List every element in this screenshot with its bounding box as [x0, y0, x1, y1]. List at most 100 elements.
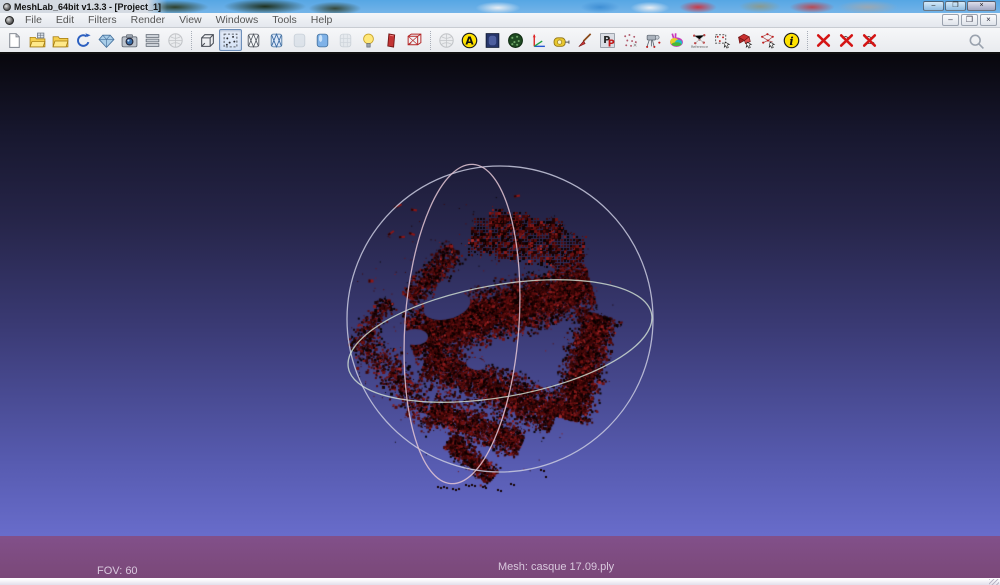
filter-search-button[interactable]	[965, 30, 988, 52]
render-flat-button[interactable]	[288, 29, 311, 51]
import-mesh-button[interactable]	[49, 29, 72, 51]
delete-selected-vertices-button[interactable]	[812, 29, 835, 51]
point-picking-button[interactable]: PP	[596, 29, 619, 51]
meshlab-window: MeshLab_64bit v1.3.3 - [Project_1] – ❐ × F…	[0, 0, 1000, 585]
brush-icon	[578, 32, 592, 47]
menu-edit[interactable]: Edit	[49, 13, 81, 28]
reference-tool-button[interactable]: Reference	[688, 29, 711, 51]
reload-icon	[77, 32, 91, 47]
project-close-button[interactable]: ×	[980, 14, 997, 26]
folder-box-icon	[29, 32, 46, 47]
export-mesh-button[interactable]	[95, 29, 118, 51]
align-tool-button[interactable]	[642, 29, 665, 51]
red-wirebox-icon	[407, 33, 422, 45]
menu-help[interactable]: Help	[304, 13, 340, 28]
axes-icon	[532, 34, 545, 47]
show-layer-dialog-button[interactable]	[141, 29, 164, 51]
globe-icon	[168, 32, 183, 48]
new-project-button[interactable]	[3, 29, 26, 51]
tape-icon	[553, 36, 570, 47]
render-bbox-button[interactable]	[196, 29, 219, 51]
measure-tool-button[interactable]	[550, 29, 573, 51]
meshlab-logo-icon	[3, 2, 11, 11]
x-del-2-icon	[839, 33, 854, 47]
resize-grip[interactable]	[989, 579, 999, 585]
menu-view[interactable]: View	[172, 13, 209, 28]
cyl-flat-icon	[293, 33, 306, 47]
gl-viewport[interactable]: FOV: 60 FPS: 476.2 Mesh: casque 17.09.pl…	[0, 54, 1000, 578]
render-flat-lines-button[interactable]	[265, 29, 288, 51]
render-texture-button[interactable]	[334, 29, 357, 51]
render-smooth-button[interactable]	[311, 29, 334, 51]
render-points-button[interactable]	[219, 29, 242, 51]
light-toggle-button[interactable]	[357, 29, 380, 51]
window-controls: – ❐ ×	[923, 1, 996, 11]
open-project-button[interactable]	[26, 29, 49, 51]
title-bar[interactable]: MeshLab_64bit v1.3.3 - [Project_1] – ❐ ×	[0, 0, 1000, 13]
env-map-button[interactable]	[504, 29, 527, 51]
backface-culling-button[interactable]	[380, 29, 403, 51]
toolbar-separator	[430, 30, 431, 50]
menu-file[interactable]: File	[18, 13, 49, 28]
select-faces-button[interactable]	[734, 29, 757, 51]
bulb-icon	[363, 33, 374, 47]
orthographic-view-button[interactable]	[435, 29, 458, 51]
panel-blue-icon	[485, 32, 500, 48]
show-rasters-button[interactable]	[164, 29, 187, 51]
box-wire-icon	[201, 33, 214, 47]
delete-selected-faces-button[interactable]	[835, 29, 858, 51]
window-title: MeshLab_64bit v1.3.3 - [Project_1]	[14, 1, 162, 12]
colorize-tool-button[interactable]	[665, 29, 688, 51]
menu-bar: File Edit Filters Render View Windows Tools Hel…	[0, 13, 1000, 28]
fov-value: FOV: 60	[97, 565, 138, 577]
select-rect-icon	[715, 33, 731, 48]
circle-a-icon: A	[461, 32, 478, 48]
cyl-smooth-icon	[316, 33, 329, 47]
info-icon: i	[783, 32, 800, 48]
project-restore-button[interactable]: ❐	[961, 14, 978, 26]
select-vertices-button[interactable]	[757, 29, 780, 51]
menu-windows[interactable]: Windows	[209, 13, 266, 28]
reload-mesh-button[interactable]	[72, 29, 95, 51]
window-restore-button[interactable]: ❐	[945, 1, 966, 11]
search-icon	[969, 34, 984, 49]
menu-tools[interactable]: Tools	[265, 13, 304, 28]
render-wireframe-button[interactable]	[242, 29, 265, 51]
snapshot-button[interactable]	[118, 29, 141, 51]
toolbar-separator	[191, 30, 192, 50]
camera-stats: FOV: 60 FPS: 476.2	[97, 538, 158, 578]
window-close-button[interactable]: ×	[967, 1, 996, 11]
select-vertices-rect-button[interactable]	[711, 29, 734, 51]
globe-icon	[439, 32, 454, 48]
toolbar-groups: A P P Reference i	[3, 29, 881, 51]
menu-filters[interactable]: Filters	[81, 13, 124, 28]
layers-icon	[145, 33, 160, 47]
point-cloud-edit-button[interactable]	[619, 29, 642, 51]
delete-selected-faces-vertices-button[interactable]	[858, 29, 881, 51]
pp-icon: PP	[600, 32, 615, 49]
show-axis-button[interactable]	[527, 29, 550, 51]
title-area: MeshLab_64bit v1.3.3 - [Project_1]	[0, 0, 168, 13]
menu-items: File Edit Filters Render View Windows Tools Hel…	[18, 13, 339, 28]
green-disc-icon	[508, 32, 523, 48]
select-vert-icon	[761, 32, 776, 48]
menu-render[interactable]: Render	[124, 13, 172, 28]
toolbar: A P P Reference i	[0, 28, 1000, 54]
sparkle-icon	[624, 33, 637, 47]
cyl-wire-blue-icon	[270, 32, 283, 48]
viewport-status-overlay: FOV: 60 FPS: 476.2 Mesh: casque 17.09.pl…	[0, 536, 1000, 578]
paint-tool-button[interactable]	[573, 29, 596, 51]
show-labels-button[interactable]: A	[458, 29, 481, 51]
mesh-name: Mesh: casque 17.09.ply	[498, 561, 615, 573]
point-cloud-canvas	[0, 54, 1000, 578]
box-dots-icon	[223, 33, 238, 47]
project-minimize-button[interactable]: –	[942, 14, 959, 26]
background-panel-button[interactable]	[481, 29, 504, 51]
window-minimize-button[interactable]: –	[923, 1, 944, 11]
x-del-3-icon	[862, 33, 877, 47]
project-window-icon	[5, 15, 14, 25]
svg-text:Reference: Reference	[691, 44, 708, 48]
mesh-info-button[interactable]: i	[780, 29, 803, 51]
doubleside-lighting-button[interactable]	[403, 29, 426, 51]
x-del-icon	[816, 33, 831, 47]
